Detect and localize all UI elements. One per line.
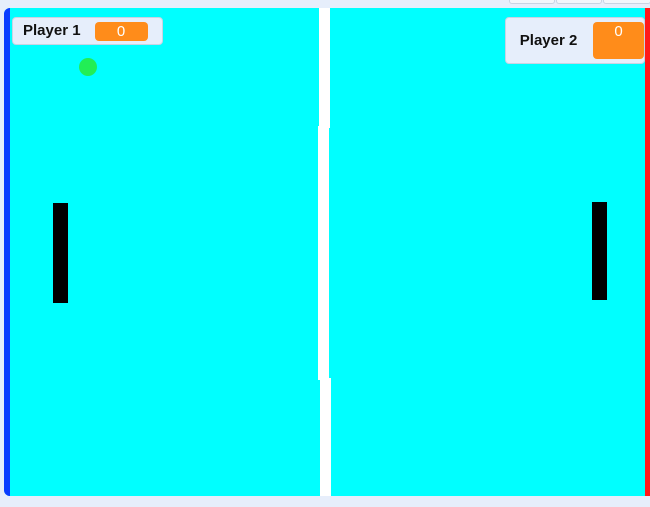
right-goal-wall (645, 8, 650, 496)
stage-bottom-strip (0, 496, 650, 507)
player1-score-panel: Player 1 0 (12, 17, 163, 45)
center-net-segment (319, 8, 330, 128)
toolbar-tab-stub (509, 0, 555, 4)
player2-paddle[interactable] (592, 202, 607, 300)
center-net-segment (318, 126, 329, 380)
ball (79, 58, 97, 76)
toolbar-tab-stub (556, 0, 602, 4)
left-goal-wall (4, 8, 10, 496)
toolbar-tab-stub (603, 0, 650, 4)
top-strip (0, 0, 650, 8)
center-net-segment (320, 378, 331, 496)
player2-score: 0 (593, 22, 644, 59)
player1-label: Player 1 (23, 22, 81, 39)
player2-score-panel: Player 2 0 (505, 17, 645, 64)
game-stage[interactable] (4, 8, 650, 496)
player2-label: Player 2 (519, 31, 578, 49)
player1-paddle[interactable] (53, 203, 68, 303)
player1-score: 0 (94, 21, 148, 41)
